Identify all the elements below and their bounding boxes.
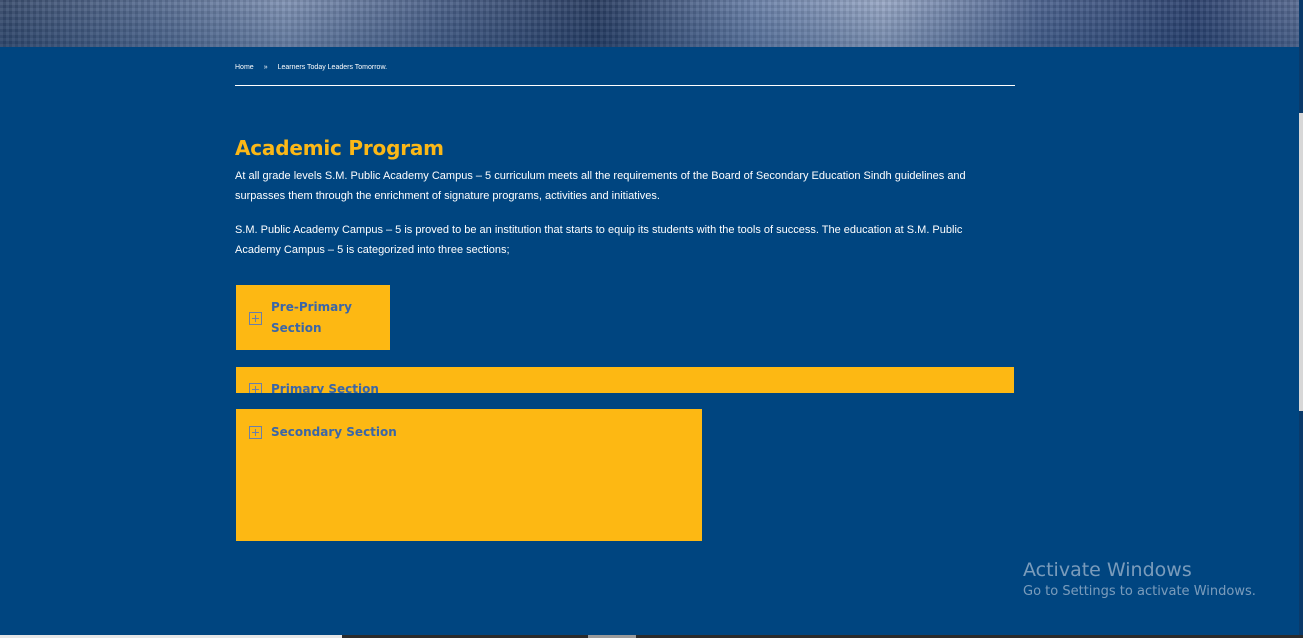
windows-activation-watermark: Activate Windows Go to Settings to activ… [1023,558,1256,602]
plus-square-icon [249,312,262,325]
sections-paragraph: S.M. Public Academy Campus – 5 is proved… [235,224,963,256]
plus-square-icon [249,383,262,393]
watermark-title: Activate Windows [1023,559,1192,581]
accordion-label: Primary Section [271,382,379,393]
accordion-secondary-section[interactable]: Secondary Section [236,409,702,541]
breadcrumb-home-link[interactable]: Home [235,64,254,71]
hero-banner-image [0,0,1299,47]
breadcrumb: Home » Learners Today Leaders Tomorrow. [235,61,387,73]
page-scrollbar[interactable] [1299,0,1303,638]
scrollbar-thumb[interactable] [1299,113,1303,411]
intro-paragraph: At all grade levels S.M. Public Academy … [235,170,966,202]
accordion-pre-primary-section[interactable]: Pre-Primary Section [236,285,390,350]
breadcrumb-separator: » [263,63,268,71]
accordion-primary-section[interactable]: Primary Section [236,367,1014,393]
page-title: Academic Program [235,136,444,160]
accordion-label: Secondary Section [271,425,397,439]
watermark-subtitle: Go to Settings to activate Windows. [1023,584,1256,599]
accordion-label: Pre-Primary Section [271,300,352,335]
breadcrumb-divider [235,85,1015,86]
breadcrumb-current: Learners Today Leaders Tomorrow. [277,63,388,71]
plus-square-icon [249,426,262,439]
